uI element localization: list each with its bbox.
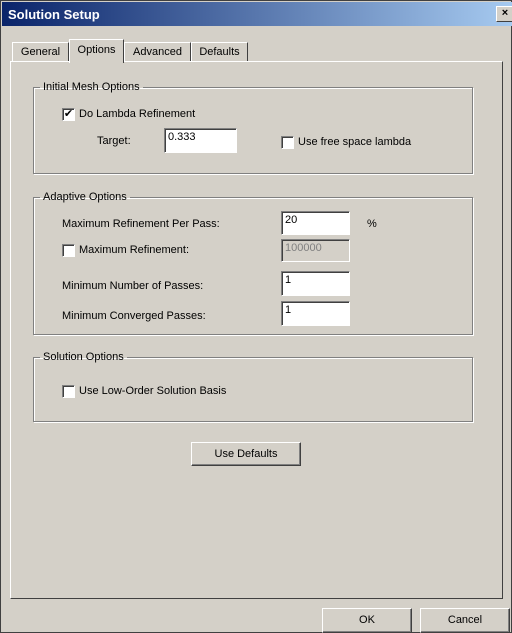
max-refinement-checkbox[interactable] [62,244,75,257]
use-defaults-button[interactable]: Use Defaults [191,442,301,466]
do-lambda-refinement-label: Do Lambda Refinement [79,108,196,120]
tab-defaults[interactable]: Defaults [191,42,248,61]
max-refinement-per-pass-label: Maximum Refinement Per Pass: [62,218,220,230]
min-converged-passes-input[interactable]: 1 [281,301,350,326]
close-icon: × [501,7,509,19]
max-refinement-per-pass-input[interactable]: 20 [281,211,350,235]
window-title: Solution Setup [8,7,100,22]
tab-general[interactable]: General [12,42,69,61]
do-lambda-refinement-checkbox[interactable]: ✔ [62,108,75,121]
checkmark-icon: ✔ [63,108,74,120]
target-input[interactable]: 0.333 [164,128,237,153]
use-free-space-lambda-label: Use free space lambda [298,136,412,148]
low-order-solution-basis-label: Use Low-Order Solution Basis [79,385,227,397]
target-label: Target: [97,135,131,147]
cancel-button[interactable]: Cancel [420,608,510,633]
max-refinement-input: 100000 [281,239,350,262]
solution-setup-dialog: Solution Setup × General Options Advance… [0,0,512,633]
tab-advanced[interactable]: Advanced [124,42,191,61]
initial-mesh-options-group: Initial Mesh Options [33,81,473,174]
min-converged-passes-label: Minimum Converged Passes: [62,310,206,322]
use-free-space-lambda-checkbox[interactable] [281,136,294,149]
ok-button[interactable]: OK [322,608,412,633]
title-bar[interactable]: Solution Setup × [2,2,512,26]
adaptive-options-legend: Adaptive Options [43,191,127,203]
min-passes-label: Minimum Number of Passes: [62,280,204,292]
tab-options[interactable]: Options [69,39,124,63]
solution-options-legend: Solution Options [43,351,124,363]
percent-unit-label: % [367,218,377,230]
max-refinement-label: Maximum Refinement: [79,244,190,256]
close-button[interactable]: × [496,6,512,22]
initial-mesh-options-legend: Initial Mesh Options [43,81,140,93]
min-passes-input[interactable]: 1 [281,271,350,296]
low-order-solution-basis-checkbox[interactable] [62,385,75,398]
